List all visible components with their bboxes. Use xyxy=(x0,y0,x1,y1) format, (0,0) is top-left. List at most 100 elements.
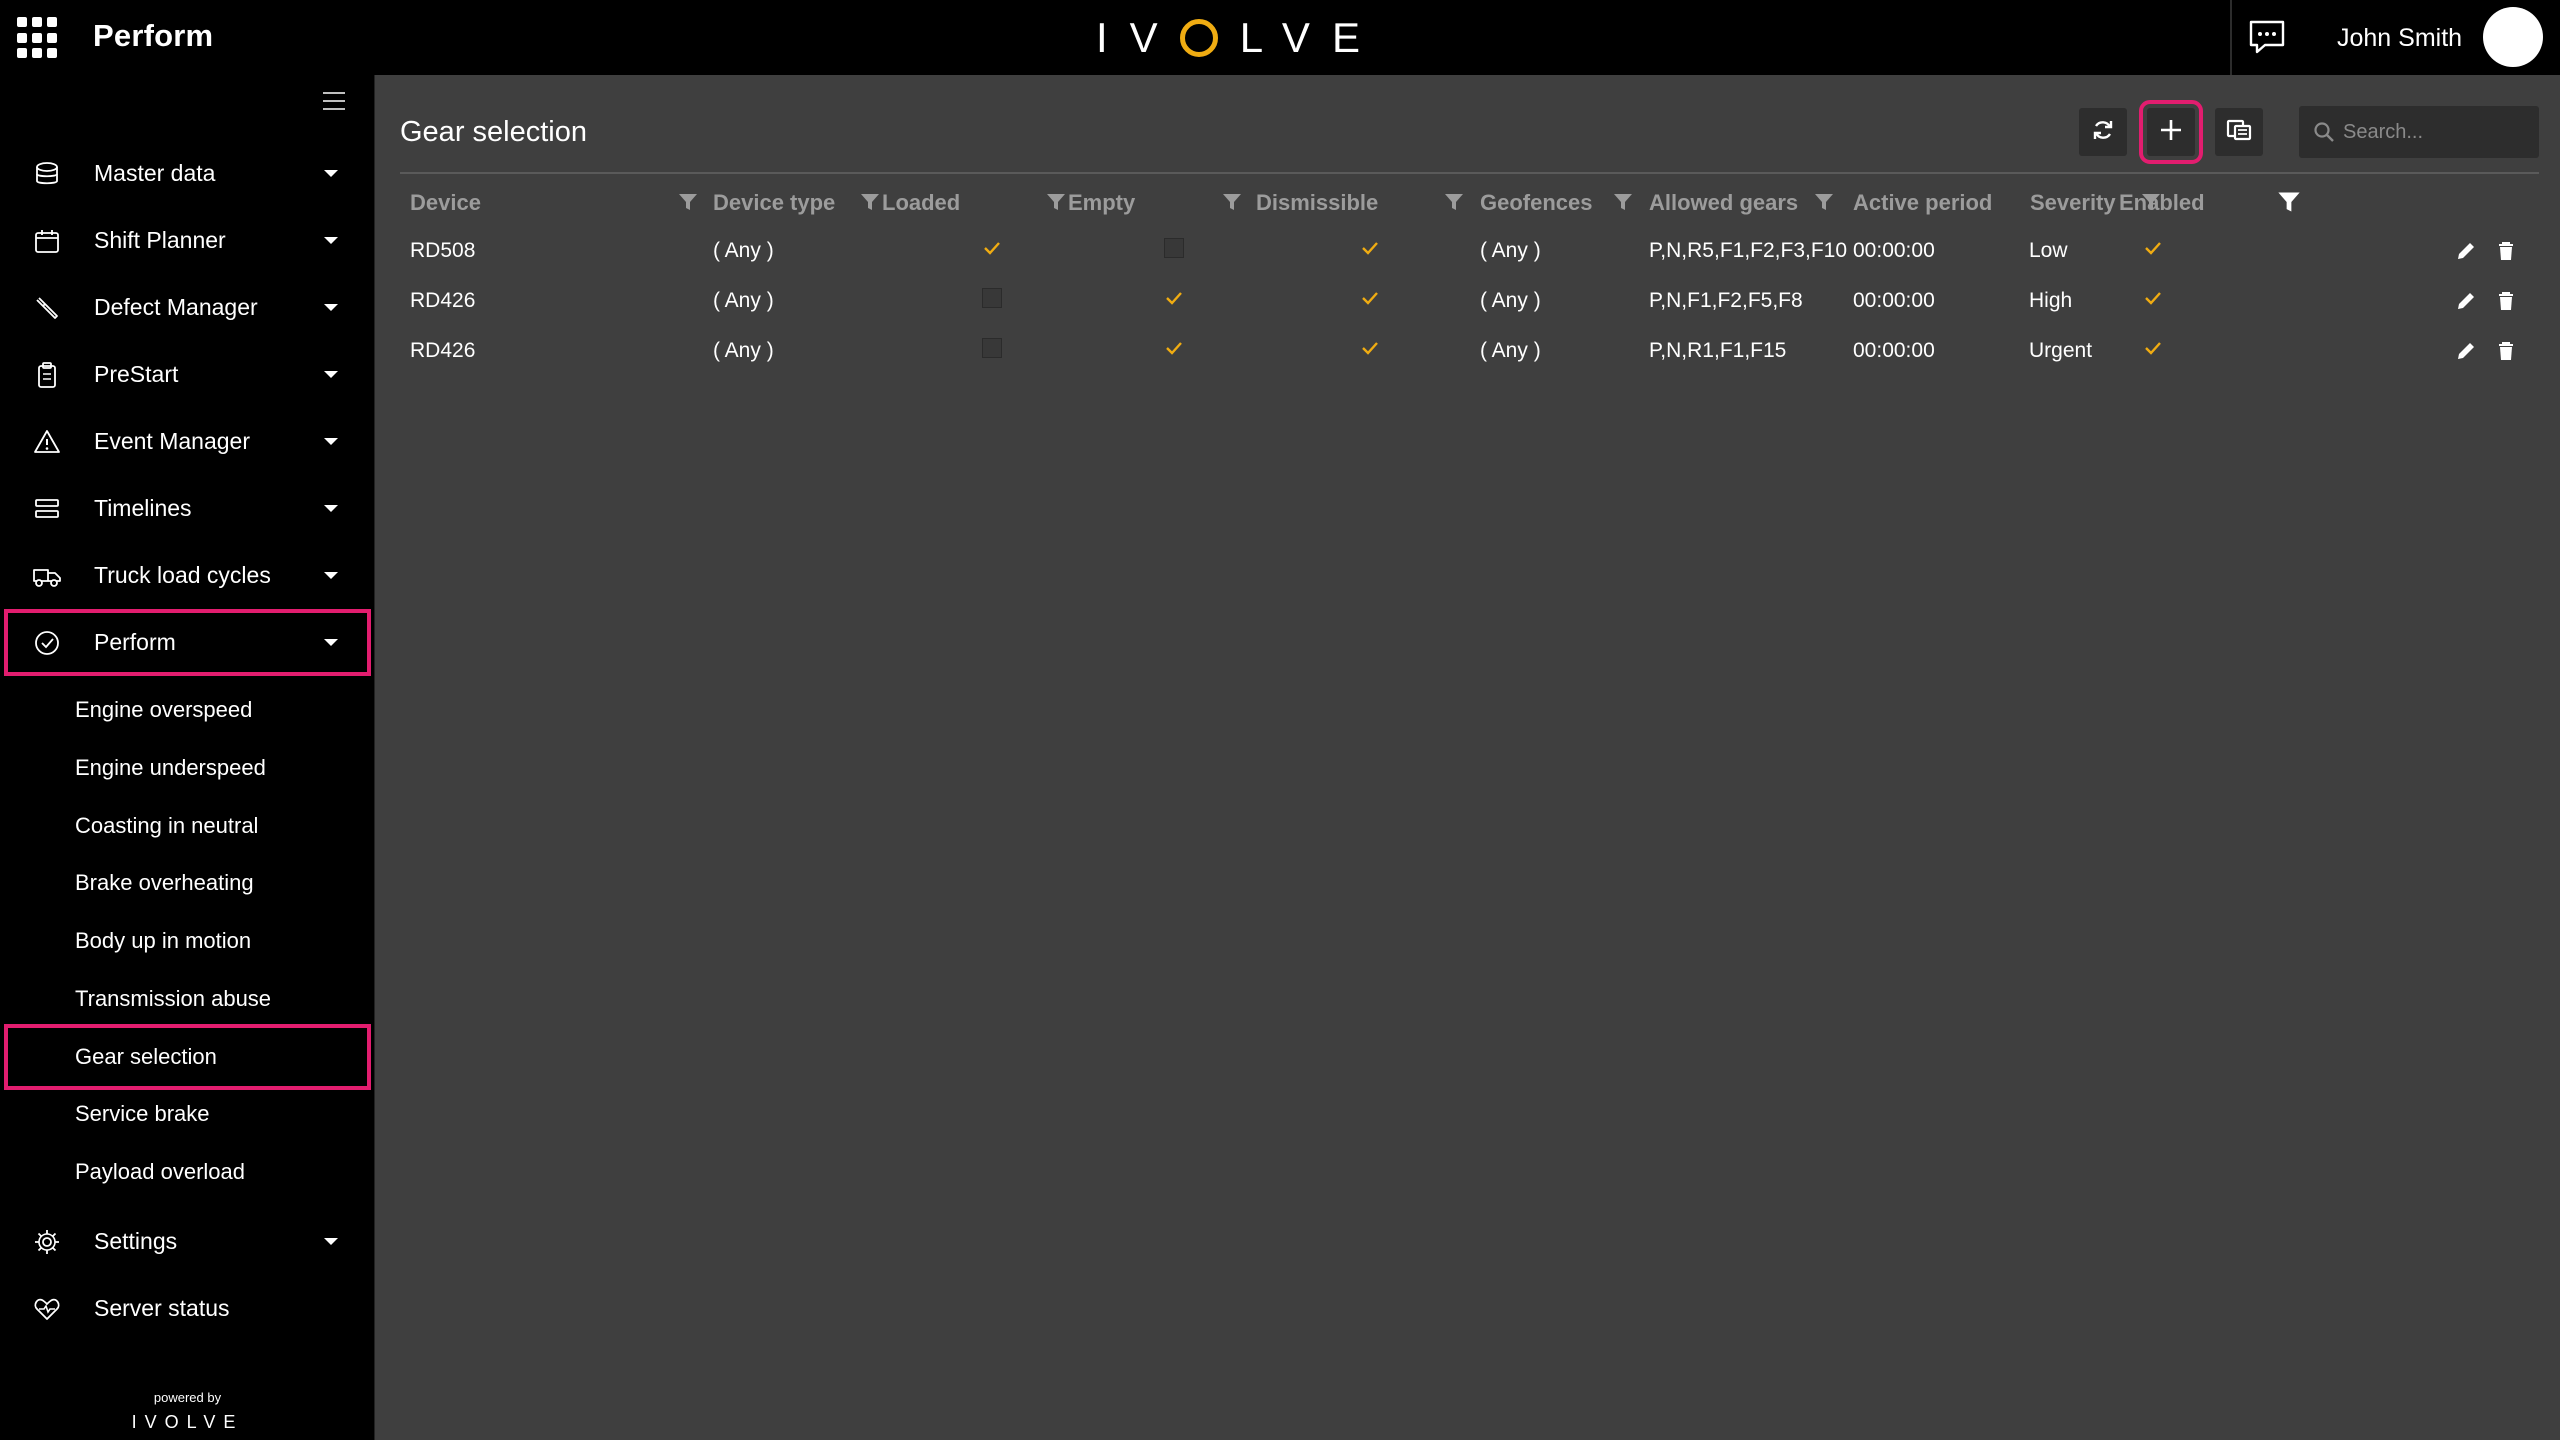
sidebar-item-shift-planner[interactable]: Shift Planner xyxy=(0,207,375,274)
sidebar-item-master-data[interactable]: Master data xyxy=(0,140,375,207)
table-row[interactable]: RD426 ( Any ) ( Any ) P,N,R1,F1,F15 00:00:00… xyxy=(400,326,2539,376)
brand-logo: IV LVE xyxy=(1096,14,1382,61)
sidebar-subitem-payload-overload[interactable]: Payload overload xyxy=(0,1143,375,1200)
cell-geofences: ( Any ) xyxy=(1480,339,1541,362)
delete-icon[interactable] xyxy=(2495,240,2517,262)
column-header-active-period: Active period xyxy=(1853,190,1993,215)
cell-loaded xyxy=(900,326,1088,376)
filter-icon[interactable] xyxy=(1612,191,1634,213)
app-launcher-icon[interactable] xyxy=(17,17,59,59)
chevron-down-icon xyxy=(324,438,338,445)
row-actions xyxy=(2455,340,2517,362)
export-button[interactable] xyxy=(2215,108,2263,156)
sidebar-item-defect-manager[interactable]: Defect Manager xyxy=(0,274,375,341)
cell-geofences: ( Any ) xyxy=(1480,239,1541,262)
truck-icon xyxy=(32,561,62,591)
sidebar-subitem-transmission-abuse[interactable]: Transmission abuse xyxy=(0,970,375,1027)
table-row[interactable]: RD426 ( Any ) ( Any ) P,N,F1,F2,F5,F8 00:00:… xyxy=(400,276,2539,326)
table-row[interactable]: RD508 ( Any ) ( Any ) P,N,R5,F1,F2,F3,F10 00… xyxy=(400,226,2539,276)
refresh-icon xyxy=(2091,118,2115,147)
table-header-row: Device Device type Loaded Empty Dismissi… xyxy=(400,178,2539,226)
filter-icon[interactable] xyxy=(1813,191,1835,213)
header-divider xyxy=(2230,0,2232,75)
cell-device-type: ( Any ) xyxy=(713,339,774,362)
empty-checkbox xyxy=(982,288,1002,308)
filter-icon[interactable] xyxy=(1221,191,1243,213)
cell-loaded xyxy=(900,226,1088,276)
column-header-device-type: Device type xyxy=(713,178,900,226)
column-header-empty: Empty xyxy=(1068,178,1266,226)
add-button[interactable] xyxy=(2139,100,2203,164)
cell-active-period: 00:00:00 xyxy=(1853,239,1935,262)
cell-enabled xyxy=(2145,226,2539,276)
row-actions xyxy=(2455,240,2517,262)
plus-icon xyxy=(2158,117,2184,148)
cell-dismissible xyxy=(1266,226,1482,276)
cell-active-period: 00:00:00 xyxy=(1853,339,1935,362)
filter-icon[interactable] xyxy=(859,191,881,213)
column-header-allowed-gears: Allowed gears xyxy=(1649,178,1853,226)
chevron-down-icon xyxy=(324,639,338,646)
checkmark-icon xyxy=(1360,238,1380,258)
clipboard-icon xyxy=(32,360,62,390)
header-divider xyxy=(400,172,2539,174)
filter-icon[interactable] xyxy=(1045,191,1067,213)
cell-device: RD508 xyxy=(410,239,476,262)
edit-icon[interactable] xyxy=(2455,340,2477,362)
delete-icon[interactable] xyxy=(2495,290,2517,312)
cell-dismissible xyxy=(1266,326,1482,376)
top-bar: Perform IV LVE John Smith xyxy=(0,0,2560,75)
edit-icon[interactable] xyxy=(2455,290,2477,312)
cell-geofences: ( Any ) xyxy=(1480,289,1541,312)
delete-icon[interactable] xyxy=(2495,340,2517,362)
sidebar-subitem-engine-underspeed[interactable]: Engine underspeed xyxy=(0,739,375,796)
cell-empty xyxy=(1088,226,1266,276)
chevron-down-icon xyxy=(324,170,338,177)
cell-loaded xyxy=(900,276,1088,326)
sidebar-subitem-body-up-in-motion[interactable]: Body up in motion xyxy=(0,912,375,969)
gear-icon xyxy=(32,1227,62,1257)
database-icon xyxy=(32,159,62,189)
sidebar-item-server-status[interactable]: Server status xyxy=(0,1275,375,1342)
cell-allowed-gears: P,N,R5,F1,F2,F3,F10 xyxy=(1649,239,1848,262)
sidebar-item-settings[interactable]: Settings xyxy=(0,1208,375,1275)
avatar[interactable] xyxy=(2483,7,2543,67)
heart-pulse-icon xyxy=(32,1294,62,1324)
export-icon xyxy=(2226,117,2252,148)
sidebar-item-prestart[interactable]: PreStart xyxy=(0,341,375,408)
refresh-button[interactable] xyxy=(2079,108,2127,156)
sidebar-subitem-gear-selection[interactable]: Gear selection xyxy=(4,1024,371,1090)
checkmark-icon xyxy=(2143,288,2163,308)
user-name[interactable]: John Smith xyxy=(2337,24,2462,53)
chevron-down-icon xyxy=(324,1238,338,1245)
sidebar-item-perform[interactable]: Perform xyxy=(4,609,371,676)
sidebar-item-event-manager[interactable]: Event Manager xyxy=(0,408,375,475)
sidebar-subitem-brake-overheating[interactable]: Brake overheating xyxy=(0,854,375,911)
search-box[interactable] xyxy=(2299,106,2539,158)
check-circle-icon xyxy=(32,628,62,658)
sidebar-subitem-service-brake[interactable]: Service brake xyxy=(0,1085,375,1142)
filter-icon[interactable] xyxy=(677,191,699,213)
column-header-device: Device xyxy=(400,178,713,226)
app-title: Perform xyxy=(93,18,214,53)
checkmark-icon xyxy=(2143,238,2163,258)
sidebar-subitem-coasting-in-neutral[interactable]: Coasting in neutral xyxy=(0,797,375,854)
clear-filters-icon[interactable] xyxy=(2276,189,2302,215)
cell-empty xyxy=(1088,326,1266,376)
checkmark-icon xyxy=(982,238,1002,258)
logo-ring-icon xyxy=(1179,19,1218,57)
checkmark-icon xyxy=(1164,338,1184,358)
menu-toggle-icon[interactable] xyxy=(323,92,345,112)
sidebar-subitem-engine-overspeed[interactable]: Engine overspeed xyxy=(0,681,375,738)
sidebar-item-timelines[interactable]: Timelines xyxy=(0,475,375,542)
column-header-loaded: Loaded xyxy=(882,178,1088,226)
edit-icon[interactable] xyxy=(2455,240,2477,262)
chevron-down-icon xyxy=(324,572,338,579)
sidebar-item-truck-load-cycles[interactable]: Truck load cycles xyxy=(0,542,375,609)
checkmark-icon xyxy=(1164,288,1184,308)
cell-empty xyxy=(1088,276,1266,326)
chat-icon[interactable] xyxy=(2246,16,2288,58)
chevron-down-icon xyxy=(324,304,338,311)
search-input[interactable] xyxy=(2343,120,2523,144)
filter-icon[interactable] xyxy=(1443,191,1465,213)
